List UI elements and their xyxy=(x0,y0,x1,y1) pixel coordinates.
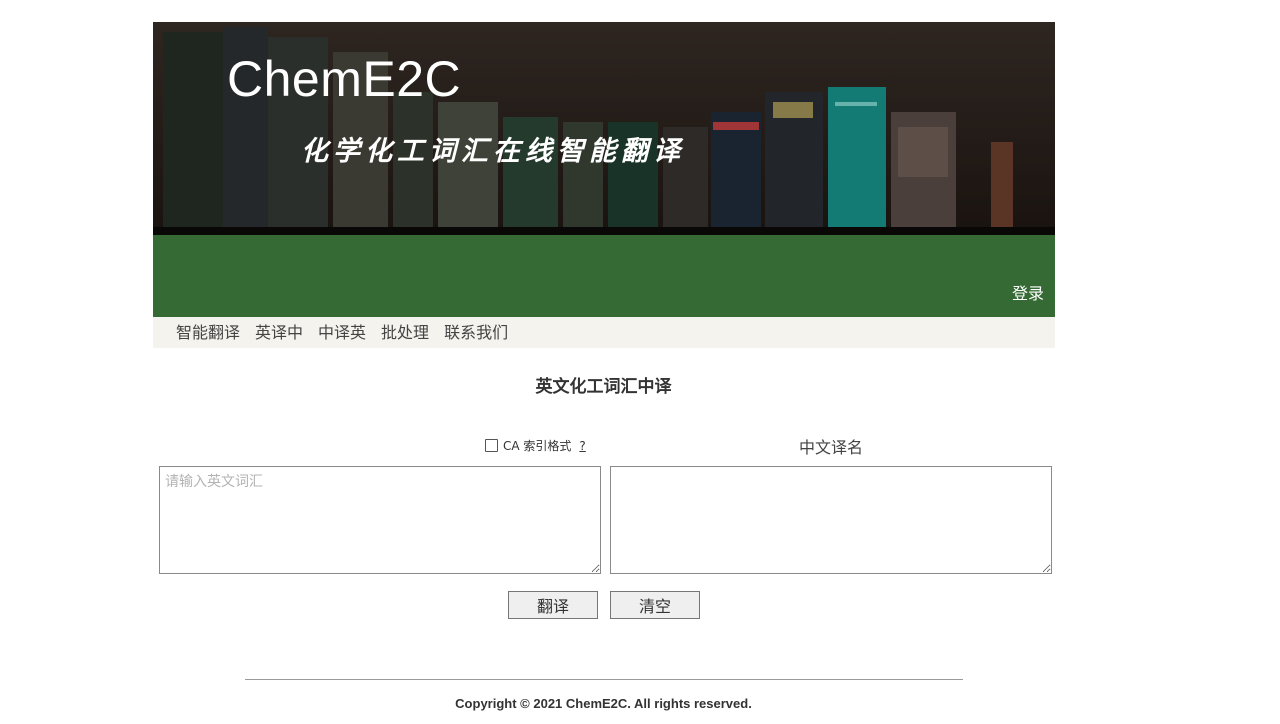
page: ChemE2C 化学化工词汇在线智能翻译 登录 智能翻译 英译中 中译英 批处理… xyxy=(0,0,1280,724)
nav-item-batch[interactable]: 批处理 xyxy=(381,323,429,343)
nav-menu: 智能翻译 英译中 中译英 批处理 联系我们 xyxy=(176,323,508,343)
login-link[interactable]: 登录 xyxy=(1012,280,1044,304)
nav-item-contact[interactable]: 联系我们 xyxy=(444,323,508,343)
header-banner: ChemE2C 化学化工词汇在线智能翻译 xyxy=(153,22,1055,235)
site-subtitle: 化学化工词汇在线智能翻译 xyxy=(301,136,685,167)
help-link[interactable]: ? xyxy=(579,439,585,453)
header-bar: 登录 xyxy=(153,235,1055,317)
nav-item-smart-translate[interactable]: 智能翻译 xyxy=(176,323,240,343)
site-title: ChemE2C xyxy=(227,51,462,107)
ca-index-label: CA 索引格式 xyxy=(503,439,572,453)
english-term-input[interactable] xyxy=(159,466,601,574)
footer-divider xyxy=(245,679,963,680)
chinese-translation-output[interactable] xyxy=(610,466,1052,574)
output-label: 中文译名 xyxy=(798,438,863,457)
clear-button[interactable]: 清空 xyxy=(610,591,700,619)
ca-index-checkbox[interactable] xyxy=(485,439,498,452)
nav-item-zh-to-en[interactable]: 中译英 xyxy=(318,323,366,343)
copyright-text: Copyright © 2021 ChemE2C. All rights res… xyxy=(455,696,752,711)
nav-item-en-to-zh[interactable]: 英译中 xyxy=(255,323,303,343)
translate-button[interactable]: 翻译 xyxy=(508,591,598,619)
ca-index-option: CA 索引格式 ? xyxy=(485,437,586,454)
nav-bar: 智能翻译 英译中 中译英 批处理 联系我们 xyxy=(153,317,1055,348)
page-title: 英文化工词汇中译 xyxy=(535,377,672,397)
